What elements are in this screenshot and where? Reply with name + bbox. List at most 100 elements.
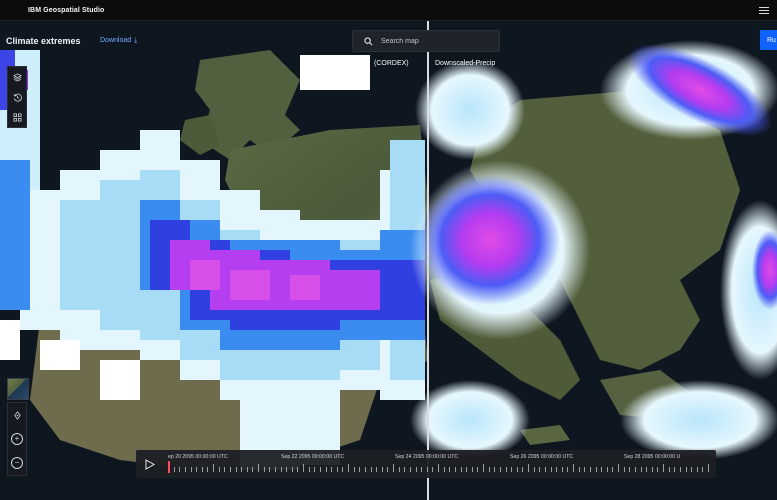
timeline-tick	[567, 467, 569, 472]
timeline-tick	[415, 467, 417, 472]
page-title: Climate extremes	[6, 36, 81, 46]
compare-icon	[12, 112, 22, 122]
timeline-tick	[483, 464, 484, 472]
timeline-tick	[601, 467, 603, 472]
timeline-tick	[612, 467, 614, 472]
timeline-tick	[291, 467, 293, 472]
play-button[interactable]	[140, 454, 160, 474]
timeline-tick	[336, 467, 338, 472]
search-icon	[364, 36, 373, 45]
search-input[interactable]	[381, 37, 481, 45]
timeline-tick	[629, 467, 631, 472]
timeline-tick	[376, 467, 378, 472]
timeline-tick	[263, 467, 265, 472]
map-canvas[interactable]	[0, 20, 777, 500]
timeline-tick	[550, 467, 552, 472]
timeline-tick	[646, 467, 648, 472]
timeline-tick	[589, 467, 591, 472]
timeline-tick	[359, 467, 361, 472]
timeline-tick	[556, 467, 558, 472]
timeline-tick	[252, 467, 254, 472]
timeline-tick	[387, 467, 389, 472]
timeline-tick	[235, 467, 237, 472]
search-box[interactable]	[352, 30, 500, 52]
timeline-tick	[466, 467, 468, 472]
timeline-track[interactable]: ep 20 2095 00:00:00 UTC Sep 22 2095 00:0…	[168, 450, 712, 478]
timeline-tick	[691, 467, 693, 472]
top-bar: IBM Geospatial Studio	[0, 0, 777, 21]
timeline-tick	[640, 467, 642, 472]
timeline-tick	[409, 467, 411, 472]
timeline-tick	[708, 464, 709, 472]
timeline-tick	[449, 467, 451, 472]
timeline-tick	[224, 467, 226, 472]
timeline-tick	[685, 467, 687, 472]
timeline-tick	[696, 467, 698, 472]
timeline-tick	[246, 467, 248, 472]
timeline-tick	[398, 467, 400, 472]
locate-button[interactable]	[8, 403, 26, 427]
timeline-tick	[516, 467, 518, 472]
timeline-tick	[190, 467, 192, 472]
timeline-label: Sep 22 2095 00:00:00 UTC	[281, 454, 345, 460]
timeline-tick	[297, 467, 299, 472]
timeline-tick	[274, 467, 276, 472]
timeline-label: Sep 28 2095 00:00:00 U	[624, 454, 681, 460]
timeline-tick	[584, 467, 586, 472]
zoom-in-button[interactable]: +	[8, 427, 26, 451]
timeline-tick	[663, 464, 664, 472]
timeline-tick	[561, 467, 563, 472]
timeline-tick	[342, 467, 344, 472]
timeline-cursor[interactable]	[168, 461, 170, 473]
download-icon: ⤓	[134, 37, 138, 44]
timeline-tick	[477, 467, 479, 472]
timeline-tick	[207, 467, 209, 472]
timeline-tick	[505, 467, 507, 472]
timeline-tick	[258, 464, 259, 472]
timeline-tick	[657, 467, 659, 472]
compare-button[interactable]	[8, 107, 26, 127]
zoom-out-button[interactable]: −	[8, 451, 26, 475]
timeline-label: Sep 24 2095 00:00:00 UTC	[395, 454, 459, 460]
timeline-tick	[319, 467, 321, 472]
timeline-tick	[184, 467, 186, 472]
timeline-tick	[618, 464, 619, 472]
timeline-tick	[522, 467, 524, 472]
download-button[interactable]: Download ⤓	[100, 37, 137, 45]
timeline-tick	[325, 467, 327, 472]
timeline-tick	[668, 467, 670, 472]
play-icon	[145, 458, 155, 470]
map-view[interactable]	[0, 20, 777, 500]
timeline-tick	[218, 467, 220, 472]
run-button[interactable]: Ru	[760, 30, 777, 50]
layer-label-right: Downscaled-Precip	[435, 60, 496, 67]
timeline-tick	[179, 467, 181, 472]
timeline-tick	[229, 467, 231, 472]
zoom-in-icon: +	[11, 433, 23, 445]
timeline-tick	[213, 464, 214, 472]
timeline-tick	[381, 467, 383, 472]
timeline-tick	[488, 467, 490, 472]
timeline-tick	[679, 467, 681, 472]
timeline-tick	[241, 467, 243, 472]
map-toolbar-top	[7, 66, 27, 128]
map-toolbar-bottom: + −	[7, 402, 27, 476]
basemap-switcher[interactable]	[7, 378, 29, 400]
menu-icon[interactable]	[759, 5, 769, 14]
timeline-tick	[269, 467, 271, 472]
timeline-tick	[421, 467, 423, 472]
timeline-tick	[460, 467, 462, 472]
timeline-label: Sep 26 2095 00:00:00 UTC	[510, 454, 574, 460]
timeline-tick	[511, 467, 513, 472]
layers-button[interactable]	[8, 67, 26, 87]
timeline-tick	[432, 467, 434, 472]
timeline-tick	[303, 464, 304, 472]
history-button[interactable]	[8, 87, 26, 107]
timeline-tick	[634, 467, 636, 472]
timeline-tick	[494, 467, 496, 472]
compare-slider-handle[interactable]	[427, 20, 429, 500]
run-label: Ru	[767, 36, 776, 44]
timeline-tick	[471, 467, 473, 472]
timeline-tick	[393, 464, 394, 472]
timeline-tick	[314, 467, 316, 472]
